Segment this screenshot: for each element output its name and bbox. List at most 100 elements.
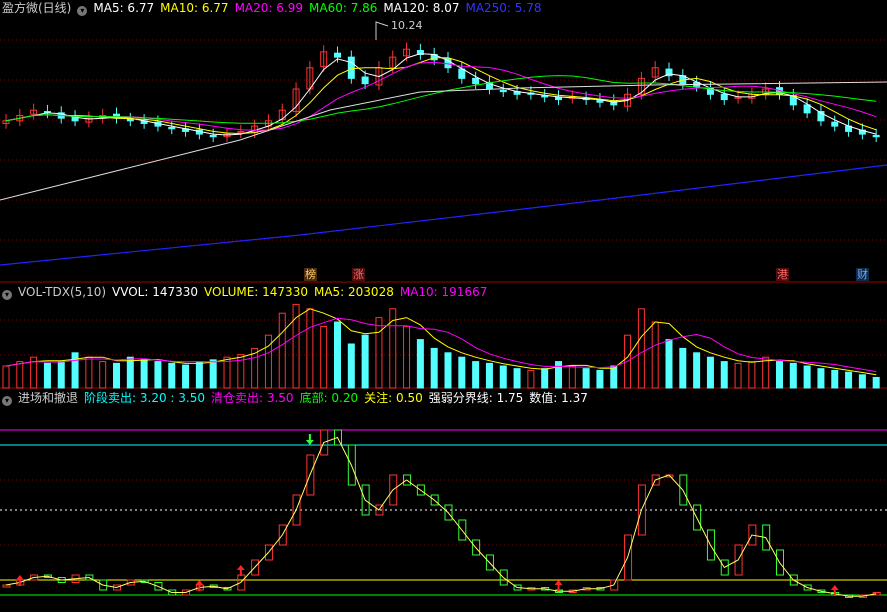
ma250-line — [0, 164, 887, 266]
volume-bar — [71, 352, 79, 389]
volume-bar — [361, 334, 369, 389]
volume-bar — [872, 376, 880, 389]
stock-chart[interactable] — [0, 0, 887, 612]
vol-ma10-line — [5, 317, 877, 373]
volume-bar — [748, 361, 756, 389]
volume-bar — [57, 361, 65, 389]
volume-bar — [555, 361, 562, 389]
volume-bar — [306, 308, 314, 389]
marker-zhang[interactable]: 涨 — [352, 268, 365, 281]
volume-bar — [99, 361, 107, 389]
volume-bar — [720, 361, 728, 389]
ma10-label: MA10: 6.77 — [160, 1, 229, 15]
osc-line — [5, 436, 877, 597]
panel1-header: 盈方微(日线) ▾ MA5: 6.77 MA10: 6.77 MA20: 6.99 MA6… — [2, 0, 548, 16]
volume-bar — [140, 359, 148, 389]
vol-ma5-label: MA5: 203028 — [313, 285, 394, 299]
candle — [209, 134, 217, 138]
volume-bar — [403, 325, 411, 389]
volume-bar — [43, 362, 51, 389]
volume-bar — [168, 362, 176, 389]
marker-cai[interactable]: 财 — [856, 268, 869, 281]
volume-bar — [485, 362, 493, 389]
candle — [499, 89, 507, 93]
dropdown-icon[interactable]: ▾ — [2, 290, 12, 300]
high-price-label: 10.24 — [391, 19, 423, 32]
volume-bar — [334, 321, 341, 389]
ma120-line — [0, 81, 887, 201]
volume-label: VOLUME: 147330 — [204, 285, 308, 299]
candle — [803, 104, 811, 114]
ma60-line — [5, 75, 877, 124]
volume-bar — [209, 359, 217, 389]
candle — [472, 77, 480, 85]
marker-gang[interactable]: 港 — [776, 268, 789, 281]
volume-bar — [416, 339, 424, 389]
ma60-label: MA60: 7.86 — [309, 1, 378, 15]
volume-bar — [472, 361, 480, 389]
ma5-label: MA5: 6.77 — [93, 1, 155, 15]
volume-bar — [596, 369, 604, 389]
stock-title: 盈方微(日线) — [2, 1, 72, 15]
volume-bar — [706, 356, 714, 389]
candle — [347, 56, 355, 79]
volume-bar — [845, 371, 853, 389]
candle — [361, 76, 369, 85]
volume-bar — [541, 368, 549, 389]
volume-bar — [858, 374, 866, 389]
volume-bar — [651, 321, 659, 389]
volume-bar — [195, 361, 203, 389]
ma20-label: MA20: 6.99 — [234, 1, 303, 15]
volume-bar — [278, 312, 286, 389]
ma5-line — [5, 53, 877, 136]
volume-bar — [126, 356, 134, 389]
volume-bar — [264, 334, 272, 389]
candle — [126, 118, 134, 122]
divide-label: 强弱分界线: 1.75 — [428, 391, 524, 405]
vol-ma5-line — [5, 308, 877, 376]
volume-bar — [375, 317, 383, 389]
ma250-label: MA250: 5.78 — [465, 1, 542, 15]
dropdown-icon[interactable]: ▾ — [77, 6, 88, 16]
candle — [831, 121, 839, 127]
value-label: 数值: 1.37 — [529, 391, 588, 405]
volume-bar — [85, 356, 93, 389]
volume-bar — [182, 364, 190, 389]
volume-bar — [803, 365, 811, 389]
ma120-label: MA120: 8.07 — [383, 1, 460, 15]
volume-bar — [113, 362, 120, 389]
vvol-label: VVOL: 147330 — [112, 285, 199, 299]
candle — [458, 68, 466, 79]
volume-bar — [430, 347, 438, 389]
marker-bang[interactable]: 榜 — [304, 268, 317, 281]
volume-bar — [16, 361, 24, 389]
bottom-label: 底部: 0.20 — [299, 391, 359, 405]
volume-bar — [458, 356, 466, 389]
buy-arrow-icon — [554, 580, 563, 591]
vol-title: VOL-TDX(5,10) — [18, 285, 107, 299]
clear-sell-label: 清仓卖出: 3.50 — [210, 391, 294, 405]
volume-bar — [444, 352, 452, 389]
osc-title: 进场和撤退 — [18, 391, 79, 405]
panel2-header: ▾ VOL-TDX(5,10) VVOL: 147330 VOLUME: 147330… — [2, 284, 493, 300]
volume-bar — [734, 362, 742, 389]
volume-bar — [665, 339, 673, 389]
volume-bar — [762, 356, 770, 389]
volume-bar — [527, 369, 535, 389]
dropdown-icon[interactable]: ▾ — [2, 396, 12, 406]
volume-bar — [347, 343, 355, 389]
volume-bar — [2, 365, 10, 389]
volume-bar — [568, 365, 576, 389]
volume-bar — [320, 325, 328, 389]
high-pointer — [375, 21, 389, 40]
candle — [720, 93, 728, 101]
volume-bar — [292, 303, 300, 389]
volume-bar — [513, 368, 521, 389]
panel3-header: ▾ 进场和撤退 阶段卖出: 3.20 : 3.50 清仓卖出: 3.50 底部: 0.2… — [2, 390, 594, 406]
volume-bar — [610, 365, 618, 389]
volume-bar — [637, 308, 645, 389]
candle — [334, 52, 341, 58]
volume-bar — [776, 361, 783, 389]
candle — [872, 134, 880, 138]
vol-ma10-label: MA10: 191667 — [399, 285, 488, 299]
